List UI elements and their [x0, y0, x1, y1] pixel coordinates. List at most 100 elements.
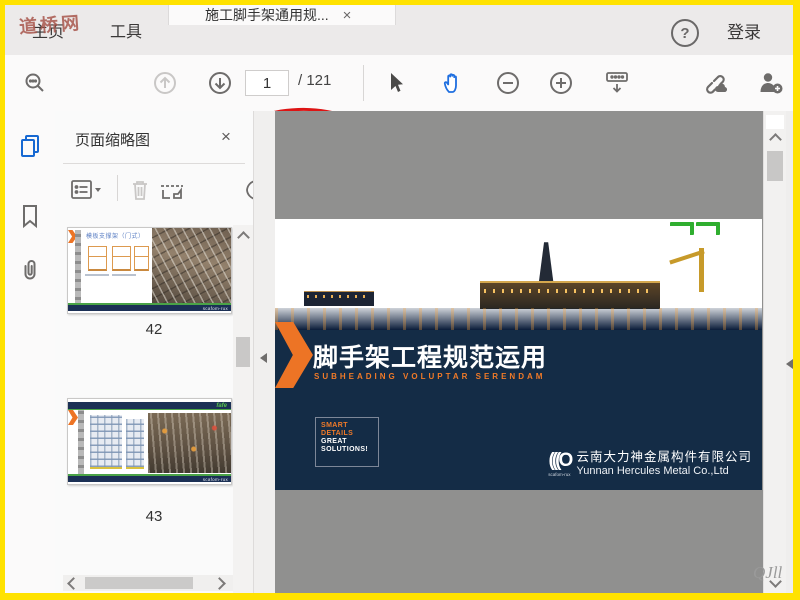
- tab-tools[interactable]: 工具: [93, 5, 159, 55]
- dock-structures: [304, 291, 375, 307]
- thumbnail-page-43[interactable]: fafe scafom-rux: [67, 398, 232, 485]
- thumbnail-page-43-label: 43: [145, 508, 163, 525]
- water-reflections: [275, 307, 762, 330]
- split-pages-button[interactable]: [159, 177, 185, 203]
- panel-scrollbar-thumb[interactable]: [236, 337, 250, 367]
- watermark-top: 道桥网: [18, 12, 83, 38]
- panel-close-icon[interactable]: ×: [221, 127, 231, 147]
- scafom-brand-label: scafom-rux: [548, 471, 571, 477]
- slide43-footer: scafom-rux: [68, 476, 231, 482]
- main-scrollbar-thumb[interactable]: [767, 151, 783, 181]
- document-page: 脚手架工程规范运用 SUBHEADING VOLUPTAR SERENDAM S…: [275, 219, 762, 490]
- company-name-en: Yunnan Hercules Metal Co.,Ltd: [576, 465, 729, 477]
- select-tool-button[interactable]: [383, 69, 411, 97]
- panel-scroll-left-button[interactable]: [65, 575, 81, 591]
- slide42-footer-logo: scafom-rux: [202, 305, 228, 311]
- panel-divider: [63, 163, 245, 164]
- main-scroll-up-button[interactable]: [764, 131, 786, 147]
- tab-document[interactable]: 施工脚手架通用规... ×: [168, 5, 396, 25]
- arrow-down-circle-icon: [207, 70, 233, 96]
- scrollbar-top-cap: [766, 115, 784, 129]
- panel-horizontal-scrollbar[interactable]: [63, 575, 233, 591]
- help-icon: ?: [680, 24, 690, 42]
- chevron-right-icon: [212, 576, 226, 590]
- panel-scroll-up-button[interactable]: [233, 229, 253, 245]
- slide43-photo: [148, 413, 231, 473]
- slide43-chevron-icon: [68, 410, 78, 425]
- slide43-pole-image: [78, 410, 84, 474]
- page-count-label: / 121: [298, 72, 332, 89]
- arrow-up-circle-icon: [152, 70, 178, 96]
- derrick-silhouette: [538, 242, 554, 283]
- options-list-icon: [70, 179, 104, 201]
- panel-scroll-right-button[interactable]: [211, 575, 227, 591]
- slide42-frame-diagram: [134, 246, 149, 271]
- hand-tool-button[interactable]: [439, 69, 467, 97]
- company-name-cn: 云南大力神金属构件有限公司: [576, 450, 752, 464]
- slide42-pole-image: [75, 230, 81, 306]
- delete-pages-button[interactable]: [127, 177, 153, 203]
- slide-body: 脚手架工程规范运用 SUBHEADING VOLUPTAR SERENDAM S…: [275, 322, 762, 490]
- rotate-icon-partial[interactable]: [237, 177, 253, 203]
- share-link-button[interactable]: [701, 69, 729, 97]
- sign-in-person-button[interactable]: [757, 69, 785, 97]
- zoom-in-icon: [548, 70, 574, 96]
- company-logo: (((O scafom-rux: [548, 451, 573, 477]
- zoom-in-button[interactable]: [547, 69, 575, 97]
- platform-silhouette: [479, 281, 660, 310]
- page-display-button[interactable]: [603, 69, 631, 97]
- slide-chevron-icon: [275, 322, 313, 388]
- slide43-header-logo: fafe: [216, 402, 227, 409]
- watermark-bottom: QJll: [753, 563, 783, 582]
- badge-line: DETAILS: [321, 430, 354, 437]
- slide43-scaffold-tower: [90, 415, 122, 469]
- chevron-up-icon: [768, 132, 782, 146]
- slide-title: 脚手架工程规范运用: [313, 344, 548, 372]
- slide42-photo: [152, 228, 231, 309]
- tab-tools-label: 工具: [109, 24, 142, 41]
- oil-rig-photo: [275, 228, 762, 330]
- dock-lights: [306, 295, 371, 299]
- paperclip-icon: [18, 257, 42, 283]
- trash-icon: [129, 178, 151, 202]
- zoom-out-icon: [495, 70, 521, 96]
- thumbnail-options-button[interactable]: [69, 177, 105, 203]
- help-button[interactable]: ?: [671, 19, 699, 47]
- person-add-icon: [757, 70, 785, 96]
- search-icon: [23, 71, 47, 95]
- document-view[interactable]: 脚手架工程规范运用 SUBHEADING VOLUPTAR SERENDAM S…: [275, 111, 763, 593]
- slide-badge-box: SMART DETAILS GREAT SOLUTIONS!: [315, 417, 379, 467]
- bookmarks-nav-button[interactable]: [17, 203, 43, 229]
- slide42-frame-diagram: [88, 246, 107, 271]
- bookmark-icon: [19, 203, 41, 229]
- search-button[interactable]: [21, 69, 49, 97]
- slide43-header-bar: fafe: [68, 402, 231, 410]
- tab-bar: 主页 工具 施工脚手架通用规... × ? 登录 道桥网: [5, 5, 793, 55]
- next-page-button[interactable]: [206, 69, 234, 97]
- page-thumbnails-nav-button[interactable]: [17, 133, 43, 159]
- platform-lights: [484, 289, 655, 294]
- zoom-out-button[interactable]: [494, 69, 522, 97]
- slide43-scaffold-tower: [126, 419, 144, 469]
- panel-toolbar-separator: [117, 175, 118, 201]
- thumbnail-page-42[interactable]: 模板支撑架（门式） scafom-rux: [67, 227, 232, 314]
- panel-vertical-scrollbar[interactable]: [233, 225, 253, 593]
- attachments-nav-button[interactable]: [17, 257, 43, 283]
- page-number-input[interactable]: 1: [245, 70, 289, 96]
- panel-hscrollbar-thumb[interactable]: [85, 577, 193, 589]
- slide43-footer-logo: scafom-rux: [202, 476, 228, 482]
- company-names: 云南大力神金属构件有限公司 Yunnan Hercules Metal Co.,…: [576, 450, 752, 478]
- chevron-left-icon: [66, 576, 80, 590]
- badge-line: SMART: [321, 422, 348, 429]
- collapse-right-pane-handle[interactable]: [786, 359, 793, 369]
- slide42-frame-diagram: [112, 246, 131, 271]
- previous-page-button[interactable]: [151, 69, 179, 97]
- app-inner: 主页 工具 施工脚手架通用规... × ? 登录 道桥网 1 / 121 页面缩…: [5, 5, 793, 593]
- navigation-rail: [5, 111, 56, 593]
- collapse-panel-handle[interactable]: [260, 353, 267, 363]
- slide-subtitle: SUBHEADING VOLUPTAR SERENDAM: [314, 372, 546, 381]
- close-tab-icon[interactable]: ×: [343, 7, 352, 24]
- main-vertical-scrollbar[interactable]: [763, 111, 787, 593]
- login-button[interactable]: 登录: [727, 18, 761, 43]
- panel-resize-strip[interactable]: [253, 111, 276, 593]
